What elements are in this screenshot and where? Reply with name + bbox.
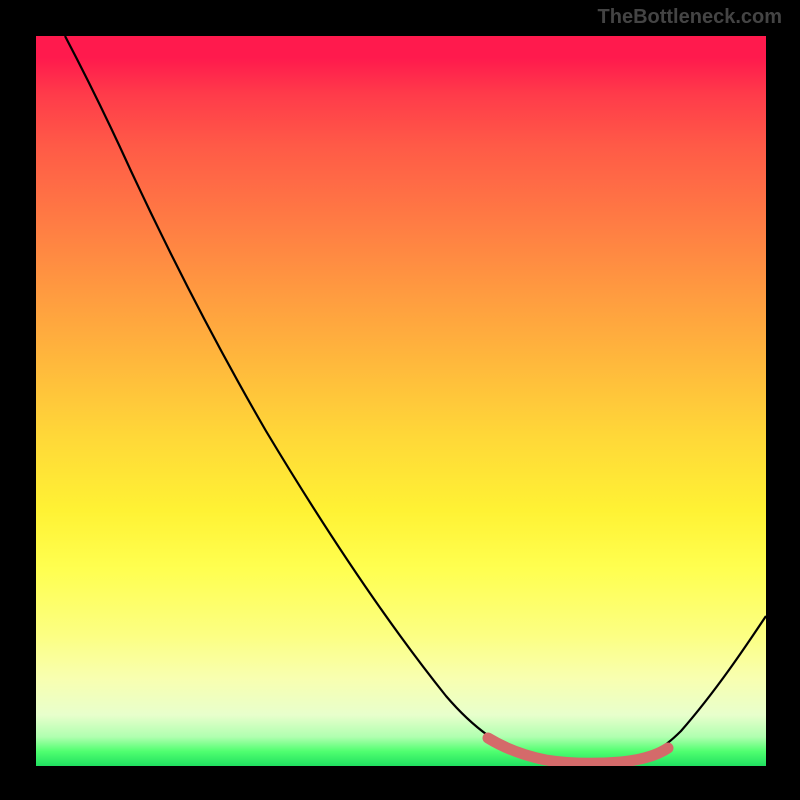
highlight-segment bbox=[488, 738, 668, 763]
watermark-text: TheBottleneck.com bbox=[598, 6, 782, 29]
chart-svg bbox=[36, 36, 766, 766]
main-curve bbox=[65, 36, 766, 763]
